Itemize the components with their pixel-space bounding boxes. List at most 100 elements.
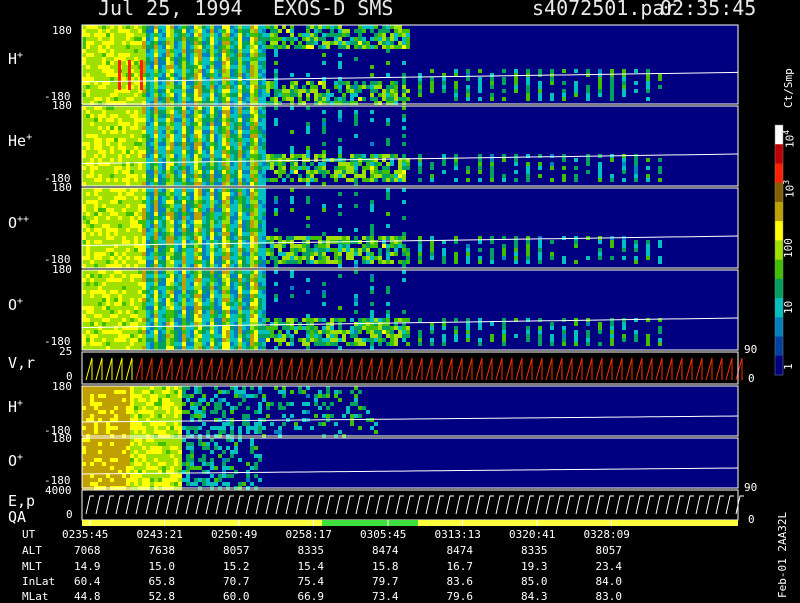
spectrogram-cell — [90, 302, 94, 306]
spectrogram-cell — [106, 192, 110, 196]
spectrogram-cell — [386, 188, 390, 192]
spectrogram-cell — [294, 244, 298, 248]
spectrogram-cell — [114, 130, 118, 134]
spectrogram-cell — [250, 212, 254, 216]
spectrogram-cell — [118, 33, 122, 37]
spectrogram-cell — [254, 57, 258, 61]
spectrogram-cell — [270, 178, 274, 182]
spectrogram-cell — [174, 200, 178, 204]
spectrogram-cell — [398, 25, 402, 29]
spectrogram-cell — [130, 134, 134, 138]
spectrogram-cell — [234, 310, 238, 314]
spectrogram-cell — [202, 45, 206, 49]
spectrogram-cell — [194, 310, 198, 314]
spectrogram-cell — [106, 322, 110, 326]
spectrogram-cell — [98, 85, 102, 89]
spectrogram-cell — [226, 314, 230, 318]
spectrogram-cell — [394, 244, 398, 248]
spectrogram-cell — [274, 270, 278, 274]
spectrogram-cell — [214, 216, 218, 220]
spectrogram-cell — [242, 45, 246, 49]
spectrogram-cell — [278, 170, 282, 174]
spectrogram-cell — [154, 240, 158, 244]
spectrogram-cell — [130, 33, 134, 37]
spectrogram-cell — [282, 166, 286, 170]
spectrogram-cell — [234, 118, 238, 122]
spectrogram-cell — [178, 228, 182, 232]
spectrogram-cell — [130, 306, 134, 310]
spectrogram-cell — [110, 178, 114, 182]
spectrogram-cell — [206, 154, 210, 158]
spectrogram-cell — [274, 45, 278, 49]
spectrogram-cell — [134, 45, 138, 49]
spectrogram-cell — [214, 146, 218, 150]
spectrogram-cell — [442, 81, 446, 85]
spectrogram-cell — [90, 89, 94, 93]
spectrogram-cell — [250, 306, 254, 310]
spectrogram-cell — [182, 29, 186, 33]
spectrogram-cell — [294, 170, 298, 174]
spectrogram-cell — [114, 37, 118, 41]
spectrogram-cell — [298, 89, 302, 93]
spectrogram-cell — [250, 338, 254, 342]
spectrogram-cell — [210, 252, 214, 256]
spectrogram-cell — [94, 240, 98, 244]
spectrogram-cell — [322, 326, 326, 330]
spectrogram-cell — [562, 97, 566, 101]
spectrogram-cell — [398, 260, 402, 264]
spectrogram-cell — [146, 306, 150, 310]
spectrogram-cell — [250, 25, 254, 29]
spectrogram-cell — [230, 228, 234, 232]
spectrogram-cell — [262, 93, 266, 97]
spectrogram-cell — [162, 212, 166, 216]
spectrogram-cell — [186, 248, 190, 252]
spectrogram-cell — [178, 85, 182, 89]
spectrogram-cell — [222, 45, 226, 49]
spectrogram-cell — [146, 89, 150, 93]
spectrogram-cell — [206, 256, 210, 260]
spectrogram-cell — [126, 282, 130, 286]
spectrogram-cell — [126, 45, 130, 49]
spectrogram-cell — [130, 204, 134, 208]
spectrogram-cell — [138, 53, 142, 57]
spectrogram-cell — [538, 89, 542, 93]
spectrogram-cell — [366, 166, 370, 170]
spectrogram-cell — [206, 138, 210, 142]
spectrogram-cell — [262, 290, 266, 294]
spectrogram-cell — [366, 236, 370, 240]
spectrogram-cell — [210, 110, 214, 114]
spectrogram-cell — [98, 298, 102, 302]
spectrogram-cell — [154, 174, 158, 178]
spectrogram-cell — [110, 208, 114, 212]
spectrogram-cell — [238, 306, 242, 310]
spectrogram-cell — [214, 220, 218, 224]
spectrogram-cell — [146, 252, 150, 256]
spectrogram-cell — [90, 286, 94, 290]
spectrogram-cell — [86, 286, 90, 290]
spectrogram-cell — [126, 264, 130, 268]
spectrogram-cell — [250, 294, 254, 298]
spectrogram-cell — [182, 310, 186, 314]
spectrogram-cell — [198, 248, 202, 252]
spectrogram-cell — [94, 25, 98, 29]
spectrogram-cell — [154, 154, 158, 158]
spectrogram-cell — [146, 240, 150, 244]
spectrogram-cell — [126, 208, 130, 212]
spectrogram-cell — [586, 162, 590, 166]
spectrogram-cell — [134, 174, 138, 178]
spectrogram-cell — [138, 45, 142, 49]
spectrogram-cell — [262, 326, 266, 330]
spectrogram-cell — [314, 326, 318, 330]
spectrogram-cell — [182, 37, 186, 41]
spectrogram-cell — [98, 228, 102, 232]
spectrogram-cell — [146, 208, 150, 212]
spectrogram-cell — [122, 158, 126, 162]
spectrogram-cell — [106, 240, 110, 244]
spectrogram-cell — [142, 196, 146, 200]
spectrogram-cell — [102, 204, 106, 208]
spectrogram-cell — [246, 170, 250, 174]
spectrogram-cell — [526, 93, 530, 97]
spectrogram-cell — [250, 270, 254, 274]
spectrogram-cell — [362, 244, 366, 248]
spectrogram-cell — [114, 330, 118, 334]
